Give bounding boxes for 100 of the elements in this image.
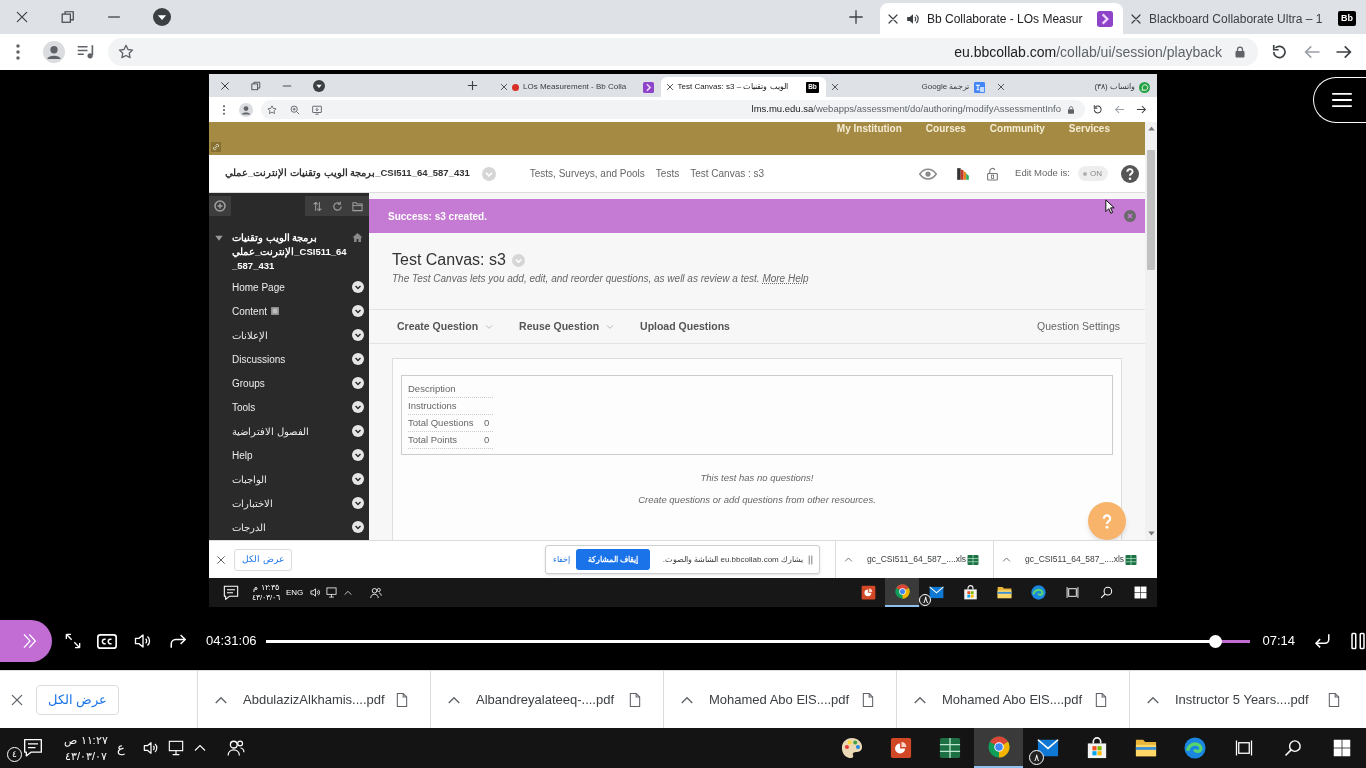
task-view-icon[interactable] bbox=[1234, 739, 1253, 757]
lock-icon[interactable] bbox=[1234, 46, 1246, 58]
settings-link[interactable]: Question Settings bbox=[1037, 318, 1120, 335]
chevron-circle-icon[interactable] bbox=[352, 281, 364, 293]
sidebar-link[interactable]: الدرجات bbox=[232, 519, 266, 535]
notification-icon[interactable] bbox=[23, 738, 43, 758]
start-icon[interactable] bbox=[1332, 739, 1351, 757]
folder-icon[interactable] bbox=[351, 200, 363, 212]
captions-icon[interactable] bbox=[97, 633, 117, 649]
show-all-button[interactable]: عرض الكل bbox=[36, 684, 119, 715]
input-language[interactable]: ع bbox=[117, 738, 125, 758]
close-icon[interactable] bbox=[665, 83, 674, 91]
sidebar-link[interactable]: الفصول الافتراضية bbox=[232, 423, 309, 439]
star-icon[interactable] bbox=[118, 44, 134, 60]
pause-icon[interactable] bbox=[1350, 632, 1366, 650]
file-name[interactable]: Instructor 5 Years....pdf bbox=[1175, 689, 1309, 710]
show-all-button[interactable]: عرض الكل bbox=[234, 548, 292, 571]
chevron-up-icon[interactable] bbox=[344, 588, 353, 597]
network-icon[interactable] bbox=[326, 587, 338, 598]
close-icon[interactable] bbox=[887, 12, 899, 25]
panel-toggle-button[interactable] bbox=[0, 620, 52, 662]
taskbar-app[interactable]: ٨ bbox=[919, 578, 953, 607]
eye-icon[interactable] bbox=[919, 167, 938, 180]
file-name[interactable]: Mohamed Abo ElS....pdf bbox=[942, 689, 1083, 710]
sidebar-link[interactable]: Home Page bbox=[232, 279, 285, 295]
url-text[interactable]: eu.bbcollab.com/collab/ui/session/playback bbox=[954, 41, 1222, 63]
volume-icon[interactable] bbox=[134, 632, 152, 650]
sidebar-link[interactable]: الواجبات bbox=[232, 471, 267, 487]
browser-tab[interactable]: ترجمة Google bbox=[826, 77, 992, 97]
close-icon[interactable] bbox=[831, 83, 839, 91]
restore-icon[interactable] bbox=[61, 10, 75, 24]
hide-link[interactable]: إخفاء bbox=[553, 553, 570, 566]
padlock-icon[interactable] bbox=[986, 166, 1000, 181]
people-icon[interactable] bbox=[370, 586, 383, 599]
taskbar-app[interactable] bbox=[885, 578, 919, 607]
chevron-circle-icon[interactable] bbox=[352, 353, 364, 365]
close-icon[interactable] bbox=[1130, 12, 1142, 25]
chevron-up-icon[interactable] bbox=[194, 742, 206, 754]
restore-icon[interactable] bbox=[251, 80, 261, 91]
playlist-icon[interactable] bbox=[77, 43, 95, 61]
close-icon[interactable] bbox=[216, 554, 226, 565]
expand-icon[interactable] bbox=[65, 633, 81, 649]
refresh-icon[interactable] bbox=[331, 200, 343, 212]
action-button[interactable]: Upload Questions bbox=[640, 318, 730, 335]
browser-tab[interactable]: Blackboard Collaborate Ultra – 1 Bb bbox=[1123, 3, 1366, 34]
plus-icon[interactable] bbox=[848, 9, 864, 25]
search-icon[interactable] bbox=[1283, 739, 1302, 757]
lock-icon[interactable] bbox=[1067, 105, 1075, 114]
course-title[interactable]: برمجة الويب وتقنيات الإنترنت_عملي_CSI511_64_587_431 bbox=[232, 231, 350, 273]
start-icon[interactable] bbox=[1133, 586, 1147, 599]
reload-icon[interactable] bbox=[1092, 104, 1103, 115]
input-language[interactable]: ENG bbox=[286, 586, 304, 599]
help-link[interactable]: More Help bbox=[762, 273, 809, 284]
file-name[interactable]: AbdulazizAlkhamis....pdf bbox=[243, 689, 385, 710]
network-icon[interactable] bbox=[168, 740, 184, 756]
close-icon[interactable] bbox=[10, 692, 24, 707]
sidebar-link[interactable]: Help bbox=[232, 447, 253, 463]
sidebar-link[interactable]: الاختبارات bbox=[232, 495, 273, 511]
tab-search-icon[interactable] bbox=[313, 79, 325, 92]
drag-handle-icon[interactable] bbox=[808, 554, 813, 565]
breadcrumb-link[interactable]: برمجة الويب وتقنيات الإنترنت_عملي_CSI511_64_587_431 bbox=[225, 166, 470, 181]
speaker-icon[interactable] bbox=[143, 740, 159, 756]
url-text[interactable]: lms.mu.edu.sa/webapps/assessment/do/authoring/modifyAssessmentInfo bbox=[751, 102, 1061, 117]
profile-icon[interactable] bbox=[43, 41, 65, 63]
breadcrumb-link[interactable]: Tests, Surveys, and Pools bbox=[529, 166, 645, 181]
chevron-circle-icon[interactable] bbox=[352, 425, 364, 437]
close-icon[interactable] bbox=[996, 83, 1005, 91]
plus-icon[interactable] bbox=[467, 80, 478, 91]
breadcrumb-link[interactable]: Test Canvas : s3 bbox=[690, 166, 765, 181]
arrow-left-icon[interactable] bbox=[1114, 104, 1125, 115]
address-bar[interactable]: lms.mu.edu.sa/webapps/assessment/do/authoring/modifyAssessmentInfo bbox=[261, 100, 1085, 119]
chevron-circle-icon[interactable] bbox=[352, 473, 364, 485]
sidebar-link[interactable]: الإعلانات bbox=[232, 327, 268, 343]
sort-icon[interactable] bbox=[311, 200, 323, 212]
arrow-right-icon[interactable] bbox=[1136, 104, 1147, 115]
install-icon[interactable] bbox=[312, 104, 322, 115]
chevron-circle-icon[interactable] bbox=[352, 449, 364, 461]
close-icon[interactable] bbox=[220, 80, 230, 91]
chevron-circle-icon[interactable] bbox=[352, 329, 364, 341]
star-icon[interactable] bbox=[267, 104, 277, 115]
browser-tab[interactable]: واتساب (٣٨) bbox=[991, 77, 1157, 97]
sidebar-link[interactable]: Discussions bbox=[232, 351, 286, 367]
chevron-circle-icon[interactable] bbox=[352, 377, 364, 389]
tab-search-icon[interactable] bbox=[153, 8, 171, 26]
redo-icon[interactable] bbox=[169, 632, 187, 650]
search-icon[interactable] bbox=[1099, 586, 1113, 599]
profile-icon[interactable] bbox=[239, 102, 253, 117]
action-button[interactable]: Create Question bbox=[397, 318, 494, 335]
chevron-circle-icon[interactable] bbox=[352, 521, 364, 533]
file-name[interactable]: Mohamed Abo ElS....pdf bbox=[709, 689, 850, 710]
chevron-circle-icon[interactable] bbox=[352, 497, 364, 509]
task-view-icon[interactable] bbox=[1065, 586, 1079, 599]
progress-thumb[interactable] bbox=[1209, 634, 1222, 648]
close-icon[interactable] bbox=[500, 83, 508, 91]
arrow-left-icon[interactable] bbox=[1303, 43, 1321, 61]
people-icon[interactable] bbox=[227, 739, 245, 757]
file-name[interactable]: Albandreyalateeq-....pdf bbox=[476, 689, 615, 710]
taskbar-app[interactable] bbox=[974, 728, 1023, 768]
palette-icon[interactable] bbox=[956, 166, 971, 181]
clock-date[interactable]: ٤٣/٠٣/٠٧ bbox=[64, 748, 108, 764]
